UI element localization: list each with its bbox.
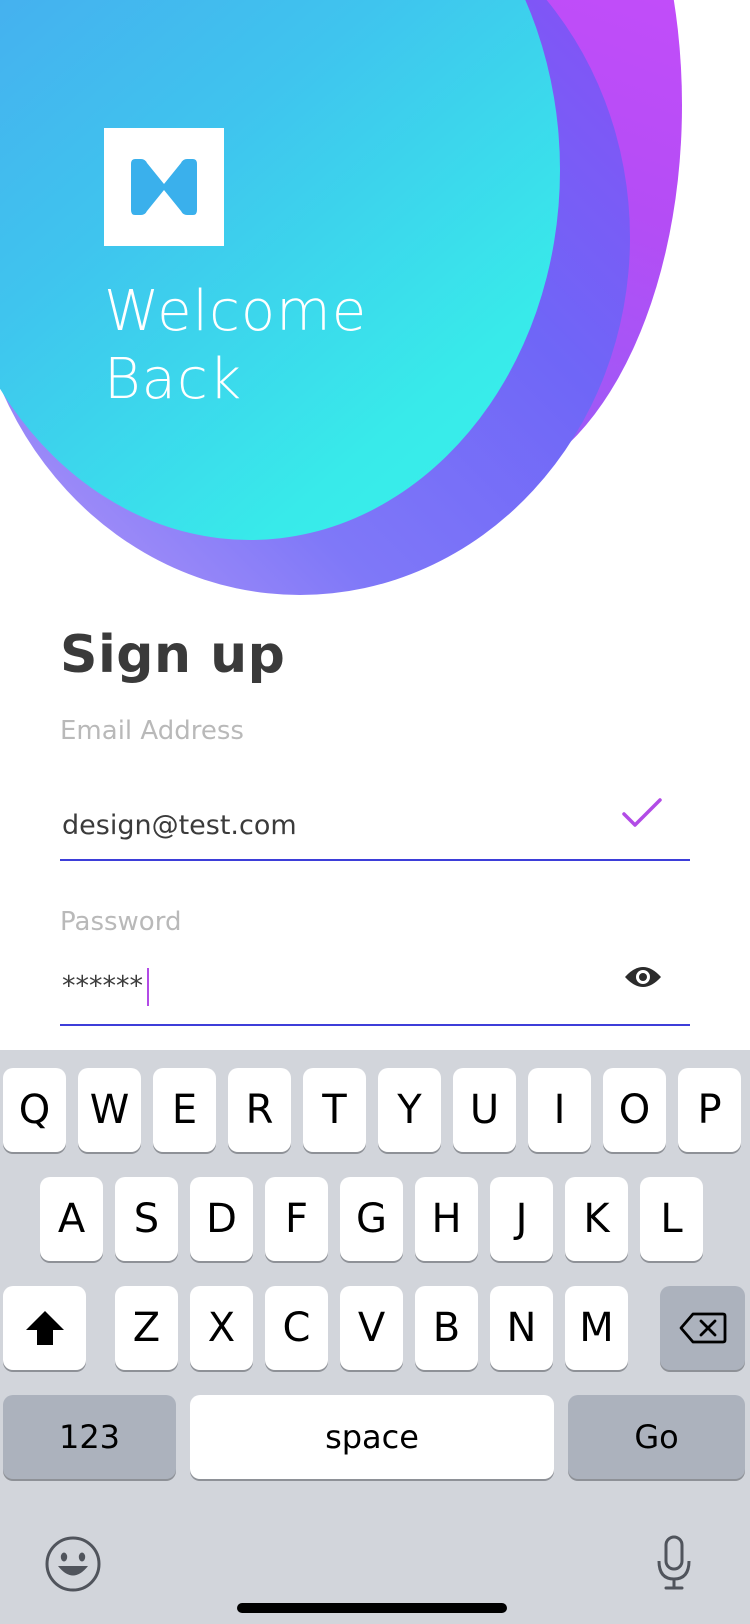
key-m[interactable]: M bbox=[565, 1286, 628, 1370]
key-w[interactable]: W bbox=[78, 1068, 141, 1152]
key-q[interactable]: Q bbox=[3, 1068, 66, 1152]
welcome-line-1: Welcome bbox=[104, 279, 368, 344]
email-label: Email Address bbox=[60, 716, 244, 746]
hero-banner: Welcome Back bbox=[0, 0, 750, 600]
check-icon bbox=[621, 797, 663, 834]
key-e[interactable]: E bbox=[153, 1068, 216, 1152]
key-n[interactable]: N bbox=[490, 1286, 553, 1370]
backspace-key[interactable] bbox=[660, 1286, 745, 1370]
password-label: Password bbox=[60, 907, 182, 937]
key-s[interactable]: S bbox=[115, 1177, 178, 1261]
eye-icon[interactable] bbox=[623, 963, 663, 996]
key-d[interactable]: D bbox=[190, 1177, 253, 1261]
key-z[interactable]: Z bbox=[115, 1286, 178, 1370]
key-i[interactable]: I bbox=[528, 1068, 591, 1152]
numbers-key[interactable]: 123 bbox=[3, 1395, 176, 1479]
key-v[interactable]: V bbox=[340, 1286, 403, 1370]
password-underline bbox=[60, 1024, 690, 1026]
welcome-line-2: Back bbox=[104, 347, 243, 412]
bowtie-m-logo-icon bbox=[131, 159, 197, 215]
text-caret bbox=[147, 968, 149, 1006]
on-screen-keyboard: Q W E R T Y U I O P A S D F G H J K L Z … bbox=[0, 1050, 750, 1624]
key-l[interactable]: L bbox=[640, 1177, 703, 1261]
key-r[interactable]: R bbox=[228, 1068, 291, 1152]
key-j[interactable]: J bbox=[490, 1177, 553, 1261]
key-k[interactable]: K bbox=[565, 1177, 628, 1261]
space-key[interactable]: space bbox=[190, 1395, 554, 1479]
key-y[interactable]: Y bbox=[378, 1068, 441, 1152]
go-key[interactable]: Go bbox=[568, 1395, 745, 1479]
key-u[interactable]: U bbox=[453, 1068, 516, 1152]
password-field[interactable]: ****** bbox=[62, 968, 149, 1006]
email-underline bbox=[60, 859, 690, 861]
page-title: Sign up bbox=[60, 625, 286, 685]
key-p[interactable]: P bbox=[678, 1068, 741, 1152]
app-logo bbox=[104, 128, 224, 246]
shift-icon bbox=[25, 1311, 64, 1345]
microphone-icon[interactable] bbox=[656, 1535, 692, 1596]
key-t[interactable]: T bbox=[303, 1068, 366, 1152]
key-g[interactable]: G bbox=[340, 1177, 403, 1261]
key-o[interactable]: O bbox=[603, 1068, 666, 1152]
key-h[interactable]: H bbox=[415, 1177, 478, 1261]
password-value: ****** bbox=[62, 970, 143, 1002]
email-field[interactable]: design@test.com bbox=[62, 810, 297, 841]
welcome-heading: Welcome Back bbox=[104, 278, 367, 414]
key-x[interactable]: X bbox=[190, 1286, 253, 1370]
key-b[interactable]: B bbox=[415, 1286, 478, 1370]
home-indicator bbox=[237, 1603, 507, 1613]
backspace-icon bbox=[679, 1312, 726, 1344]
shift-key[interactable] bbox=[3, 1286, 86, 1370]
emoji-icon[interactable] bbox=[44, 1535, 102, 1598]
key-f[interactable]: F bbox=[265, 1177, 328, 1261]
key-c[interactable]: C bbox=[265, 1286, 328, 1370]
key-a[interactable]: A bbox=[40, 1177, 103, 1261]
